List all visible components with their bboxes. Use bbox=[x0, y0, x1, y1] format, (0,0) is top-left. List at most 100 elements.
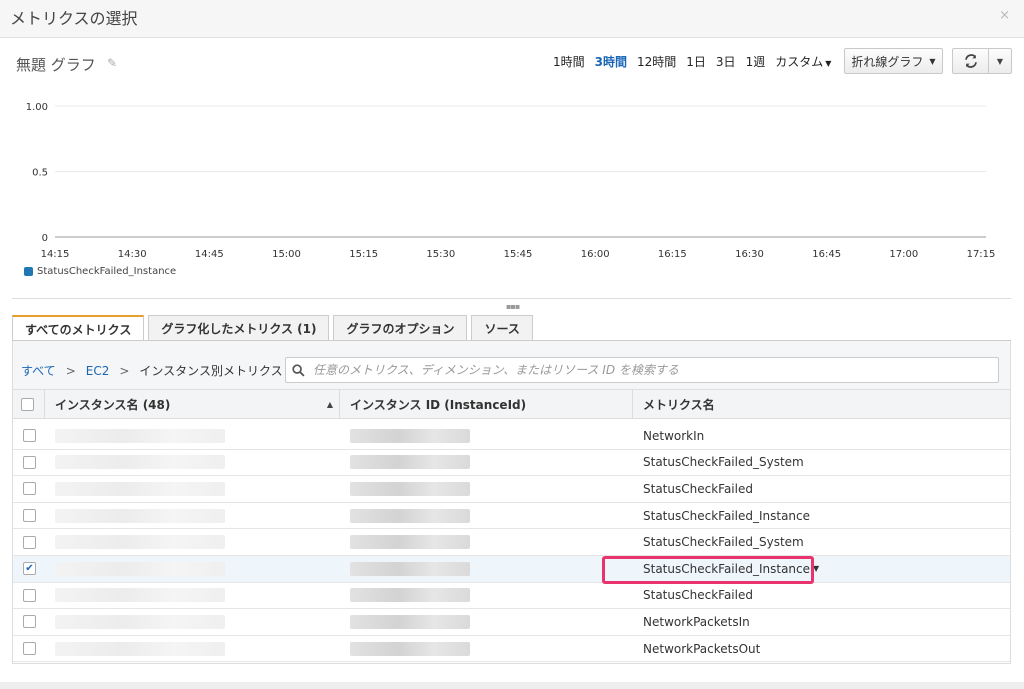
metric-name-cell[interactable]: StatusCheckFailed_System bbox=[633, 450, 1010, 476]
search-box bbox=[285, 357, 999, 383]
row-select-cell bbox=[13, 503, 45, 529]
select-all-checkbox[interactable] bbox=[21, 397, 34, 411]
search-input[interactable] bbox=[311, 362, 998, 378]
column-label: インスタンス名 (48) bbox=[55, 397, 171, 412]
table-row[interactable]: StatusCheckFailed_System bbox=[13, 450, 1010, 477]
row-checkbox[interactable] bbox=[23, 588, 36, 602]
metric-name-cell[interactable]: NetworkIn bbox=[633, 423, 1010, 449]
redacted-instance-name bbox=[55, 508, 225, 523]
time-range-3[interactable]: 1日 bbox=[686, 53, 706, 70]
metric-name-cell[interactable]: StatusCheckFailed_System bbox=[633, 529, 1010, 555]
caret-down-icon: ▼ bbox=[996, 56, 1004, 66]
table-row[interactable]: NetworkPacketsIn bbox=[13, 609, 1010, 636]
resize-handle[interactable]: ▪▪▪ bbox=[506, 302, 520, 311]
filter-bar: すべて > EC2 > インスタンス別メトリクス bbox=[12, 341, 1011, 389]
pencil-icon[interactable]: ✎ bbox=[107, 56, 117, 70]
row-checkbox[interactable] bbox=[23, 535, 36, 549]
row-select-cell bbox=[13, 450, 45, 476]
time-range-5[interactable]: 1週 bbox=[746, 53, 766, 70]
table-row[interactable]: ✔ StatusCheckFailed_Instance ▼ bbox=[13, 555, 1010, 583]
breadcrumb-all[interactable]: すべて bbox=[21, 362, 56, 379]
metric-name-cell[interactable]: NetworkPacketsOut bbox=[633, 636, 1010, 662]
table-row[interactable]: NetworkPacketsOut bbox=[13, 636, 1010, 663]
tab-0[interactable]: すべてのメトリクス bbox=[12, 315, 145, 341]
refresh-button[interactable] bbox=[952, 48, 988, 74]
tab-2[interactable]: グラフのオプション bbox=[333, 315, 468, 340]
instance-name-cell bbox=[45, 423, 340, 449]
metric-name: NetworkPacketsOut bbox=[643, 641, 761, 656]
metric-line-chart: 1.00 0.5 0 14:15 14:30 14:45 15:00 15:15 15:30 15… bbox=[26, 102, 996, 260]
tab-1[interactable]: グラフ化したメトリクス (1) bbox=[148, 315, 330, 340]
breadcrumb: すべて > EC2 > インスタンス別メトリクス bbox=[21, 362, 283, 379]
sort-ascending-icon: ▲ bbox=[326, 400, 333, 409]
row-checkbox[interactable] bbox=[23, 509, 36, 523]
table-row[interactable]: StatusCheckFailed bbox=[13, 583, 1010, 610]
instance-id-cell bbox=[340, 423, 633, 449]
close-icon[interactable]: × bbox=[999, 8, 1010, 23]
refresh-options-dropdown[interactable]: ▼ bbox=[988, 48, 1012, 74]
x-tick-label: 16:15 bbox=[658, 249, 687, 260]
time-range-1[interactable]: 3時間 bbox=[595, 53, 627, 70]
breadcrumb-separator: > bbox=[119, 363, 130, 378]
metric-name-cell[interactable]: NetworkPacketsIn bbox=[633, 609, 1010, 635]
breadcrumb-current: インスタンス別メトリクス bbox=[139, 364, 283, 378]
x-tick-label: 16:00 bbox=[581, 249, 610, 260]
metric-name: StatusCheckFailed_System bbox=[643, 455, 804, 470]
header-select-all bbox=[13, 390, 45, 418]
metric-name: NetworkIn bbox=[643, 428, 705, 443]
time-range-0[interactable]: 1時間 bbox=[553, 53, 585, 70]
metric-name-cell[interactable]: StatusCheckFailed_Instance ▼ bbox=[633, 556, 1010, 582]
metric-name: StatusCheckFailed_Instance bbox=[643, 508, 811, 523]
row-checkbox[interactable] bbox=[23, 615, 36, 629]
panel-splitter bbox=[12, 298, 1011, 299]
column-instance-id[interactable]: インスタンス ID (InstanceId) bbox=[340, 390, 633, 418]
table-row[interactable]: NetworkIn bbox=[13, 423, 1010, 450]
metric-name-cell[interactable]: StatusCheckFailed bbox=[633, 583, 1010, 609]
instance-name-cell bbox=[45, 529, 340, 555]
time-range-label: 3日 bbox=[715, 55, 736, 69]
row-select-cell bbox=[13, 529, 45, 555]
modal-footer bbox=[0, 682, 1024, 689]
x-tick-label: 17:15 bbox=[967, 249, 996, 260]
row-select-cell bbox=[13, 609, 45, 635]
chart-type-label: 折れ線グラフ bbox=[851, 54, 924, 69]
table-row[interactable]: StatusCheckFailed bbox=[13, 476, 1010, 503]
caret-down-icon: ▼ bbox=[825, 59, 832, 68]
redacted-instance-name bbox=[55, 588, 225, 603]
instance-name-cell bbox=[45, 609, 340, 635]
table-row[interactable]: StatusCheckFailed_System bbox=[13, 529, 1010, 556]
chart-type-dropdown[interactable]: 折れ線グラフ ▼ bbox=[844, 48, 943, 74]
column-metric-name[interactable]: メトリクス名 bbox=[633, 390, 1010, 418]
time-range-4[interactable]: 3日 bbox=[716, 53, 736, 70]
row-checkbox[interactable] bbox=[23, 429, 36, 443]
x-tick-label: 16:30 bbox=[735, 249, 764, 260]
time-range-label: 1週 bbox=[745, 55, 766, 69]
metric-actions-dropdown-icon[interactable]: ▼ bbox=[813, 564, 819, 573]
breadcrumb-ec2[interactable]: EC2 bbox=[86, 364, 110, 378]
x-tick-label: 15:45 bbox=[504, 249, 533, 260]
graph-title[interactable]: 無題 グラフ bbox=[16, 54, 96, 75]
time-range-2[interactable]: 12時間 bbox=[637, 53, 676, 70]
column-instance-name[interactable]: インスタンス名 (48) ▲ bbox=[45, 390, 340, 418]
row-select-cell bbox=[13, 636, 45, 662]
redacted-instance-name bbox=[55, 614, 225, 629]
tab-3[interactable]: ソース bbox=[471, 315, 533, 340]
instance-id-cell bbox=[340, 556, 633, 582]
redacted-instance-id bbox=[350, 561, 470, 576]
y-tick-label: 0 bbox=[42, 233, 48, 244]
instance-name-cell bbox=[45, 636, 340, 662]
table-row[interactable]: StatusCheckFailed_Instance bbox=[13, 503, 1010, 530]
refresh-icon bbox=[964, 54, 977, 68]
metric-name-cell[interactable]: StatusCheckFailed_Instance bbox=[633, 503, 1010, 529]
row-checkbox[interactable] bbox=[23, 455, 36, 469]
row-checkbox[interactable] bbox=[23, 642, 36, 656]
metric-name: NetworkPacketsIn bbox=[643, 614, 750, 629]
row-checkbox[interactable]: ✔ bbox=[23, 562, 36, 576]
metric-name: StatusCheckFailed_System bbox=[643, 535, 804, 550]
redacted-instance-name bbox=[55, 481, 225, 496]
instance-id-cell bbox=[340, 503, 633, 529]
row-checkbox[interactable] bbox=[23, 482, 36, 496]
modal-header: メトリクスの選択 × bbox=[0, 0, 1024, 38]
metric-name-cell[interactable]: StatusCheckFailed bbox=[633, 476, 1010, 502]
time-range-6[interactable]: カスタム ▼ bbox=[775, 53, 831, 70]
